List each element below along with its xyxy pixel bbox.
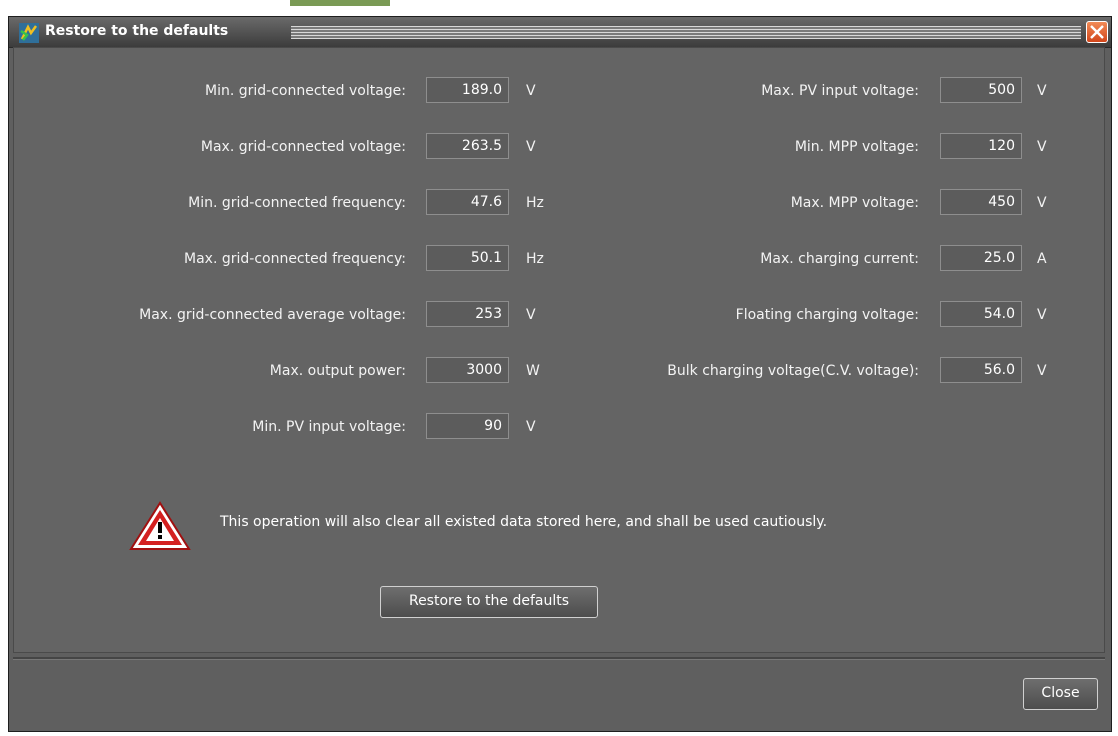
field-label: Min. PV input voltage: [252, 419, 406, 435]
field-row-max-grid-voltage: Max. grid-connected voltage: [0, 133, 406, 161]
field-label: Max. charging current: [760, 251, 919, 267]
field-label: Max. grid-connected voltage: [200, 139, 406, 155]
field-label: Bulk charging voltage(C.V. voltage): [667, 363, 919, 379]
unit-label: Hz [526, 251, 544, 267]
field-label: Min. grid-connected frequency: [188, 195, 406, 211]
footer-separator [13, 657, 1105, 660]
max-pv-input-voltage-input[interactable]: 500 [940, 77, 1022, 103]
field-row-min-grid-voltage: Min. grid-connected voltage: [0, 77, 406, 105]
field-row-min-grid-frequency: Min. grid-connected frequency: [0, 189, 406, 217]
min-grid-frequency-input[interactable]: 47.6 [426, 189, 509, 215]
restore-defaults-button[interactable]: Restore to the defaults [380, 586, 598, 618]
field-label: Floating charging voltage: [735, 307, 919, 323]
field-label: Max. grid-connected average voltage: [139, 307, 406, 323]
unit-label: V [1037, 307, 1047, 323]
window-title: Restore to the defaults [45, 23, 229, 39]
close-button[interactable]: Close [1023, 678, 1098, 710]
title-bar-grip [291, 26, 1081, 39]
max-grid-voltage-input[interactable]: 263.5 [426, 133, 509, 159]
min-pv-input-voltage-input[interactable]: 90 [426, 413, 509, 439]
warning-icon [129, 501, 191, 550]
field-row-max-grid-average-voltage: Max. grid-connected average voltage: [0, 301, 406, 329]
field-row-max-charging-current: Max. charging current: [560, 245, 919, 273]
max-grid-frequency-input[interactable]: 50.1 [426, 245, 509, 271]
bulk-charging-voltage-input[interactable]: 56.0 [940, 357, 1022, 383]
min-grid-voltage-input[interactable]: 189.0 [426, 77, 509, 103]
title-bar[interactable]: Restore to the defaults [9, 17, 1111, 48]
field-label: Max. PV input voltage: [761, 83, 919, 99]
unit-label: W [526, 363, 540, 379]
field-row-max-pv-input-voltage: Max. PV input voltage: [560, 77, 919, 105]
field-label: Min. grid-connected voltage: [205, 83, 406, 99]
field-row-max-grid-frequency: Max. grid-connected frequency: [0, 245, 406, 273]
max-grid-average-voltage-input[interactable]: 253 [426, 301, 509, 327]
max-output-power-input[interactable]: 3000 [426, 357, 509, 383]
unit-label: Hz [526, 195, 544, 211]
field-row-min-mpp-voltage: Min. MPP voltage: [560, 133, 919, 161]
unit-label: V [526, 307, 536, 323]
unit-label: V [526, 419, 536, 435]
close-icon[interactable] [1086, 21, 1108, 43]
background-top [0, 0, 1118, 10]
unit-label: V [1037, 83, 1047, 99]
unit-label: V [526, 139, 536, 155]
field-row-max-mpp-voltage: Max. MPP voltage: [560, 189, 919, 217]
unit-label: V [1037, 363, 1047, 379]
warning-message: This operation will also clear all exist… [220, 514, 828, 530]
max-mpp-voltage-input[interactable]: 450 [940, 189, 1022, 215]
min-mpp-voltage-input[interactable]: 120 [940, 133, 1022, 159]
close-glyph-icon [1090, 25, 1104, 39]
field-label: Max. MPP voltage: [790, 195, 919, 211]
field-label: Max. output power: [269, 363, 406, 379]
field-label: Max. grid-connected frequency: [184, 251, 406, 267]
unit-label: V [526, 83, 536, 99]
unit-label: V [1037, 139, 1047, 155]
field-row-bulk-charging-voltage: Bulk charging voltage(C.V. voltage): [560, 357, 919, 385]
unit-label: A [1037, 251, 1047, 267]
field-row-max-output-power: Max. output power: [0, 357, 406, 385]
field-label: Min. MPP voltage: [794, 139, 919, 155]
unit-label: V [1037, 195, 1047, 211]
background-decoration [290, 0, 390, 6]
solar-app-icon [19, 23, 39, 43]
field-row-min-pv-input-voltage: Min. PV input voltage: [0, 413, 406, 441]
floating-charging-voltage-input[interactable]: 54.0 [940, 301, 1022, 327]
field-row-floating-charging-voltage: Floating charging voltage: [560, 301, 919, 329]
max-charging-current-input[interactable]: 25.0 [940, 245, 1022, 271]
